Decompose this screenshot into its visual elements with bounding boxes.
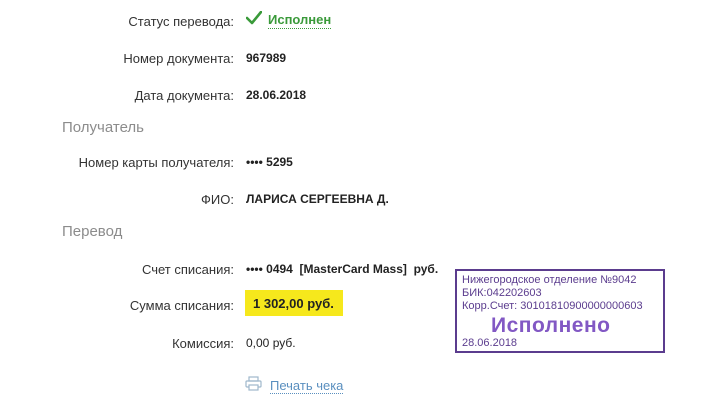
- printer-icon: [245, 376, 262, 396]
- stamp-date: 28.06.2018: [462, 337, 518, 349]
- recipient-name-value: ЛАРИСА СЕРГЕЕВНА Д.: [246, 192, 389, 206]
- amount-label: Сумма списания:: [129, 298, 234, 313]
- account-name: [MasterCard Mass]: [299, 262, 407, 276]
- checkmark-icon: [245, 10, 263, 30]
- fee-label: Комиссия:: [172, 336, 234, 351]
- recipient-name-row: ФИО: ЛАРИСА СЕРГЕЕВНА Д.: [0, 188, 708, 212]
- recipient-section-title: Получатель: [62, 119, 144, 136]
- account-currency: руб.: [413, 262, 439, 276]
- stamp-branch: Нижегородское отделение №9042: [462, 274, 637, 286]
- print-receipt-label: Печать чека: [270, 378, 344, 394]
- status-label: Статус перевода:: [128, 14, 234, 29]
- account-value: •••• 0494 [MasterCard Mass] руб.: [246, 262, 438, 276]
- recipient-name-label: ФИО:: [201, 192, 234, 207]
- bank-stamp: Нижегородское отделение №9042 БИК:042202…: [455, 269, 665, 353]
- status-value[interactable]: Исполнен: [245, 10, 332, 30]
- stamp-bik: БИК:042202603: [462, 287, 542, 299]
- amount-value: 1 302,00 руб.: [245, 290, 343, 316]
- account-number: •••• 0494: [246, 262, 293, 276]
- status-row: Статус перевода: Исполнен: [0, 10, 708, 34]
- document-date-value: 28.06.2018: [246, 88, 307, 102]
- status-text: Исполнен: [268, 12, 332, 29]
- print-receipt-button[interactable]: Печать чека: [245, 376, 344, 396]
- stamp-corr-account: Корр.Счет: 30101810900000000603: [462, 300, 643, 312]
- document-number-value: 967989: [246, 51, 287, 65]
- document-date-row: Дата документа: 28.06.2018: [0, 84, 708, 108]
- document-number-row: Номер документа: 967989: [0, 47, 708, 71]
- document-number-label: Номер документа:: [123, 51, 234, 66]
- recipient-card-label: Номер карты получателя:: [78, 155, 234, 170]
- recipient-card-value: •••• 5295: [246, 155, 293, 169]
- recipient-card-row: Номер карты получателя: •••• 5295: [0, 151, 708, 175]
- transfer-section-title: Перевод: [62, 223, 123, 240]
- document-date-label: Дата документа:: [134, 88, 234, 103]
- account-label: Счет списания:: [141, 262, 234, 277]
- stamp-status: Исполнено: [491, 314, 611, 337]
- fee-value: 0,00 руб.: [246, 336, 296, 350]
